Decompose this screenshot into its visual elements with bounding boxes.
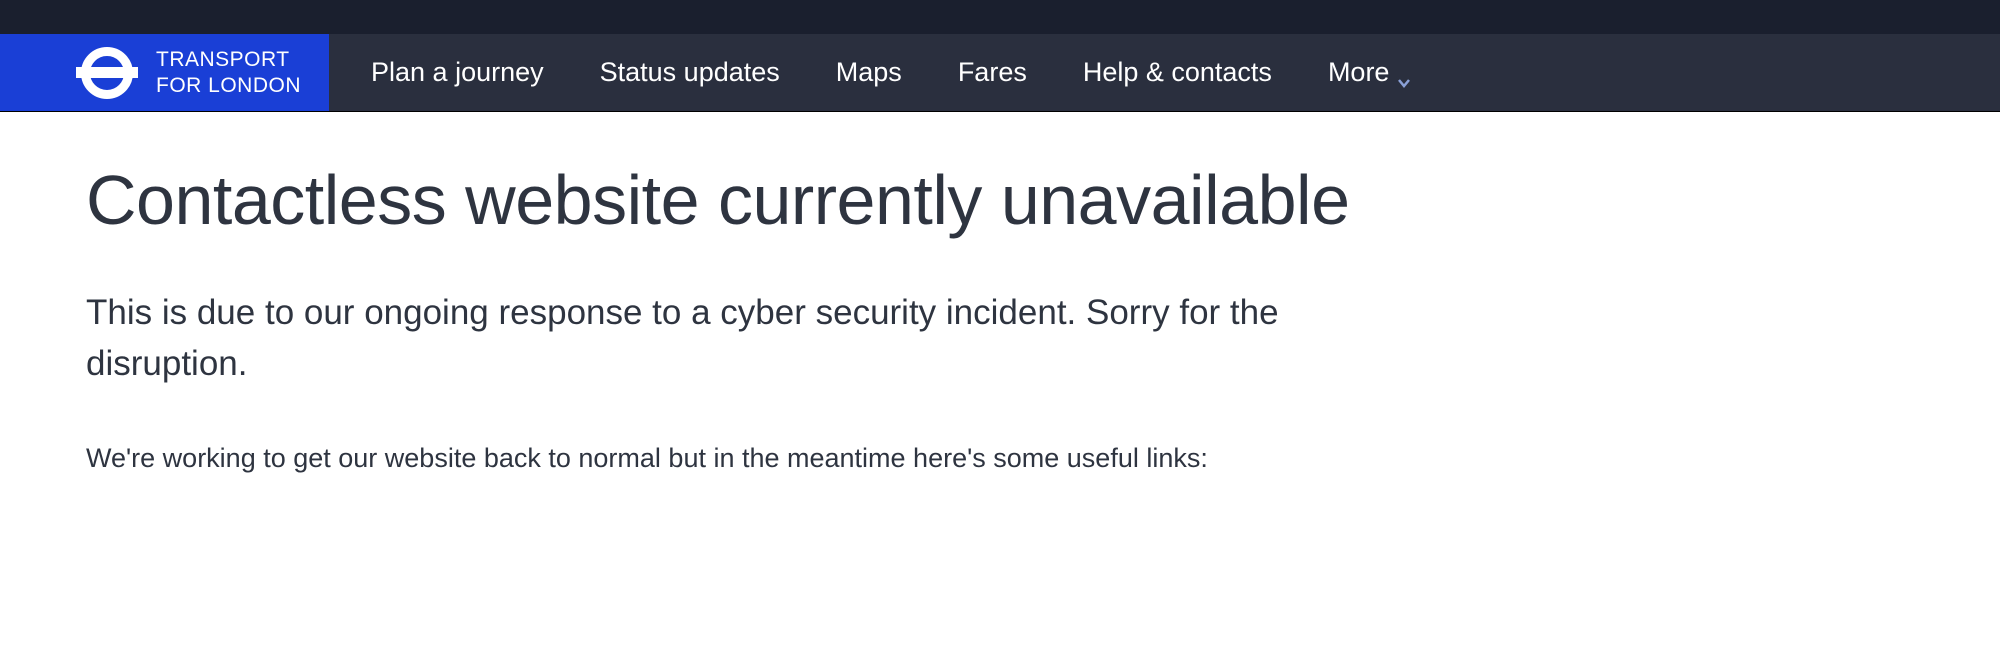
nav-maps[interactable]: Maps: [836, 57, 902, 88]
nav-help-contacts[interactable]: Help & contacts: [1083, 57, 1272, 88]
chevron-down-icon: [1397, 66, 1411, 80]
main-content: Contactless website currently unavailabl…: [0, 112, 2000, 478]
main-navigation: TRANSPORT FOR LONDON Plan a journey Stat…: [0, 34, 2000, 112]
nav-more[interactable]: More: [1328, 57, 1412, 88]
logo-line-1: TRANSPORT: [156, 48, 290, 71]
body-paragraph: We're working to get our website back to…: [86, 438, 2000, 479]
tfl-roundel-icon: [76, 47, 138, 99]
logo-line-2: FOR LONDON: [156, 74, 301, 97]
nav-more-label: More: [1328, 57, 1390, 88]
logo-text: TRANSPORT FOR LONDON: [156, 47, 301, 97]
nav-plan-a-journey[interactable]: Plan a journey: [371, 57, 544, 88]
lead-paragraph: This is due to our ongoing response to a…: [86, 288, 1286, 390]
nav-links-container: Plan a journey Status updates Maps Fares…: [329, 34, 1411, 111]
logo-home-link[interactable]: TRANSPORT FOR LONDON: [0, 34, 329, 111]
nav-status-updates[interactable]: Status updates: [600, 57, 780, 88]
top-utility-bar: [0, 0, 2000, 34]
page-title: Contactless website currently unavailabl…: [86, 160, 2000, 240]
nav-fares[interactable]: Fares: [958, 57, 1027, 88]
